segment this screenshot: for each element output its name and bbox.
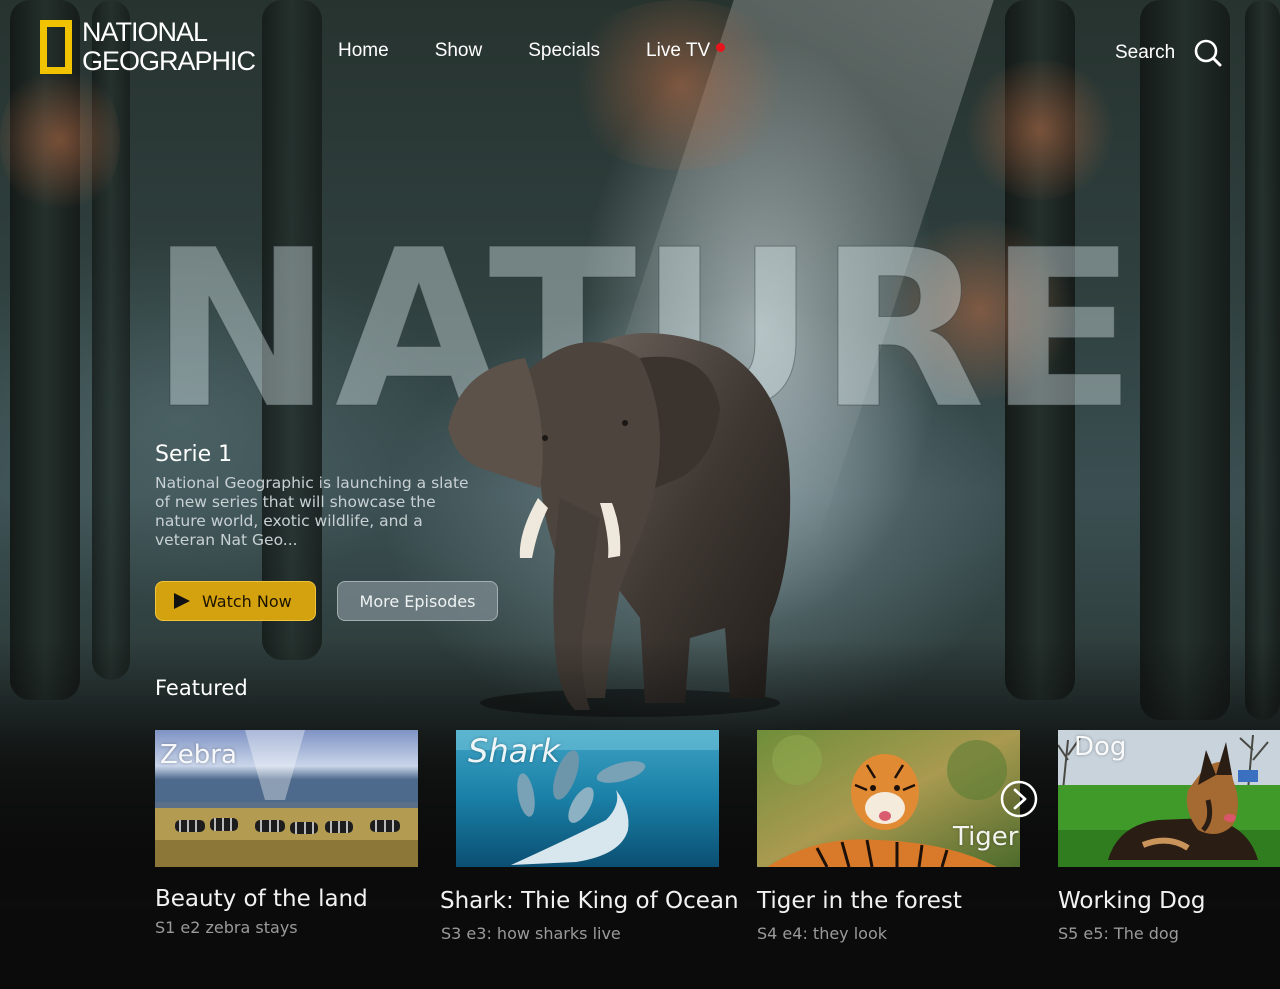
- tree-trunk: [1140, 0, 1230, 720]
- featured-card-shark[interactable]: Shark Shark: Thie King of Ocean S3 e3: h…: [440, 730, 739, 943]
- featured-card-dog[interactable]: Dog Working Dog S5 e5: The dog: [1058, 730, 1280, 943]
- tree-trunk: [1245, 0, 1280, 720]
- card-subtitle: S3 e3: how sharks live: [441, 924, 621, 943]
- logo-yellow-frame-icon: [40, 20, 72, 74]
- series-description: National Geographic is launching a slate…: [155, 474, 469, 549]
- series-title: Serie 1: [155, 442, 233, 467]
- card-title: Working Dog: [1058, 888, 1206, 914]
- card-thumbnail: Zebra: [155, 730, 418, 867]
- card-thumbnail: Tiger: [757, 730, 1020, 867]
- search-icon: [1194, 39, 1222, 67]
- chevron-right-circle-icon[interactable]: [1000, 780, 1038, 818]
- main-nav: Home Show Specials Live TV: [338, 40, 726, 62]
- live-indicator-dot-icon: [716, 43, 726, 52]
- logo-line-1: NATIONAL: [82, 17, 208, 47]
- card-title: Tiger in the forest: [757, 888, 962, 914]
- card-thumb-label: Tiger: [953, 822, 1019, 852]
- nav-live-tv-label: Live TV: [646, 40, 711, 61]
- card-thumbnail: Dog: [1058, 730, 1280, 867]
- national-geographic-logo[interactable]: NATIONAL GEOGRAPHIC: [40, 17, 256, 76]
- autumn-foliage: [560, 0, 800, 170]
- card-subtitle: S4 e4: they look: [757, 924, 888, 943]
- search-button[interactable]: Search: [1115, 38, 1223, 68]
- nav-show[interactable]: Show: [435, 40, 483, 62]
- featured-card-zebra[interactable]: Zebra Beauty of the land S1 e2 zebra sta…: [155, 730, 418, 937]
- more-episodes-label: More Episodes: [359, 591, 476, 611]
- nav-home[interactable]: Home: [338, 40, 389, 62]
- watch-now-label: Watch Now: [202, 591, 292, 611]
- autumn-foliage: [960, 60, 1120, 200]
- nav-live-tv[interactable]: Live TV: [646, 40, 726, 62]
- logo-line-2: GEOGRAPHIC: [82, 46, 256, 76]
- play-icon: [174, 593, 190, 609]
- card-title: Beauty of the land: [155, 886, 368, 912]
- card-subtitle: S5 e5: The dog: [1058, 924, 1179, 943]
- autumn-foliage: [0, 60, 120, 220]
- search-label: Search: [1115, 42, 1176, 63]
- card-thumb-label: Shark: [468, 732, 560, 770]
- card-thumb-label: Dog: [1074, 732, 1127, 762]
- more-episodes-button[interactable]: More Episodes: [337, 581, 498, 621]
- card-title: Shark: Thie King of Ocean: [440, 888, 739, 914]
- card-subtitle: S1 e2 zebra stays: [155, 918, 298, 937]
- nav-specials[interactable]: Specials: [528, 40, 600, 62]
- card-thumb-label: Zebra: [160, 740, 237, 770]
- featured-card-tiger[interactable]: Tiger Tiger in the forest S4 e4: they lo…: [757, 730, 1020, 943]
- featured-heading: Featured: [155, 676, 248, 700]
- watch-now-button[interactable]: Watch Now: [155, 581, 316, 621]
- card-thumbnail: Shark: [456, 730, 719, 867]
